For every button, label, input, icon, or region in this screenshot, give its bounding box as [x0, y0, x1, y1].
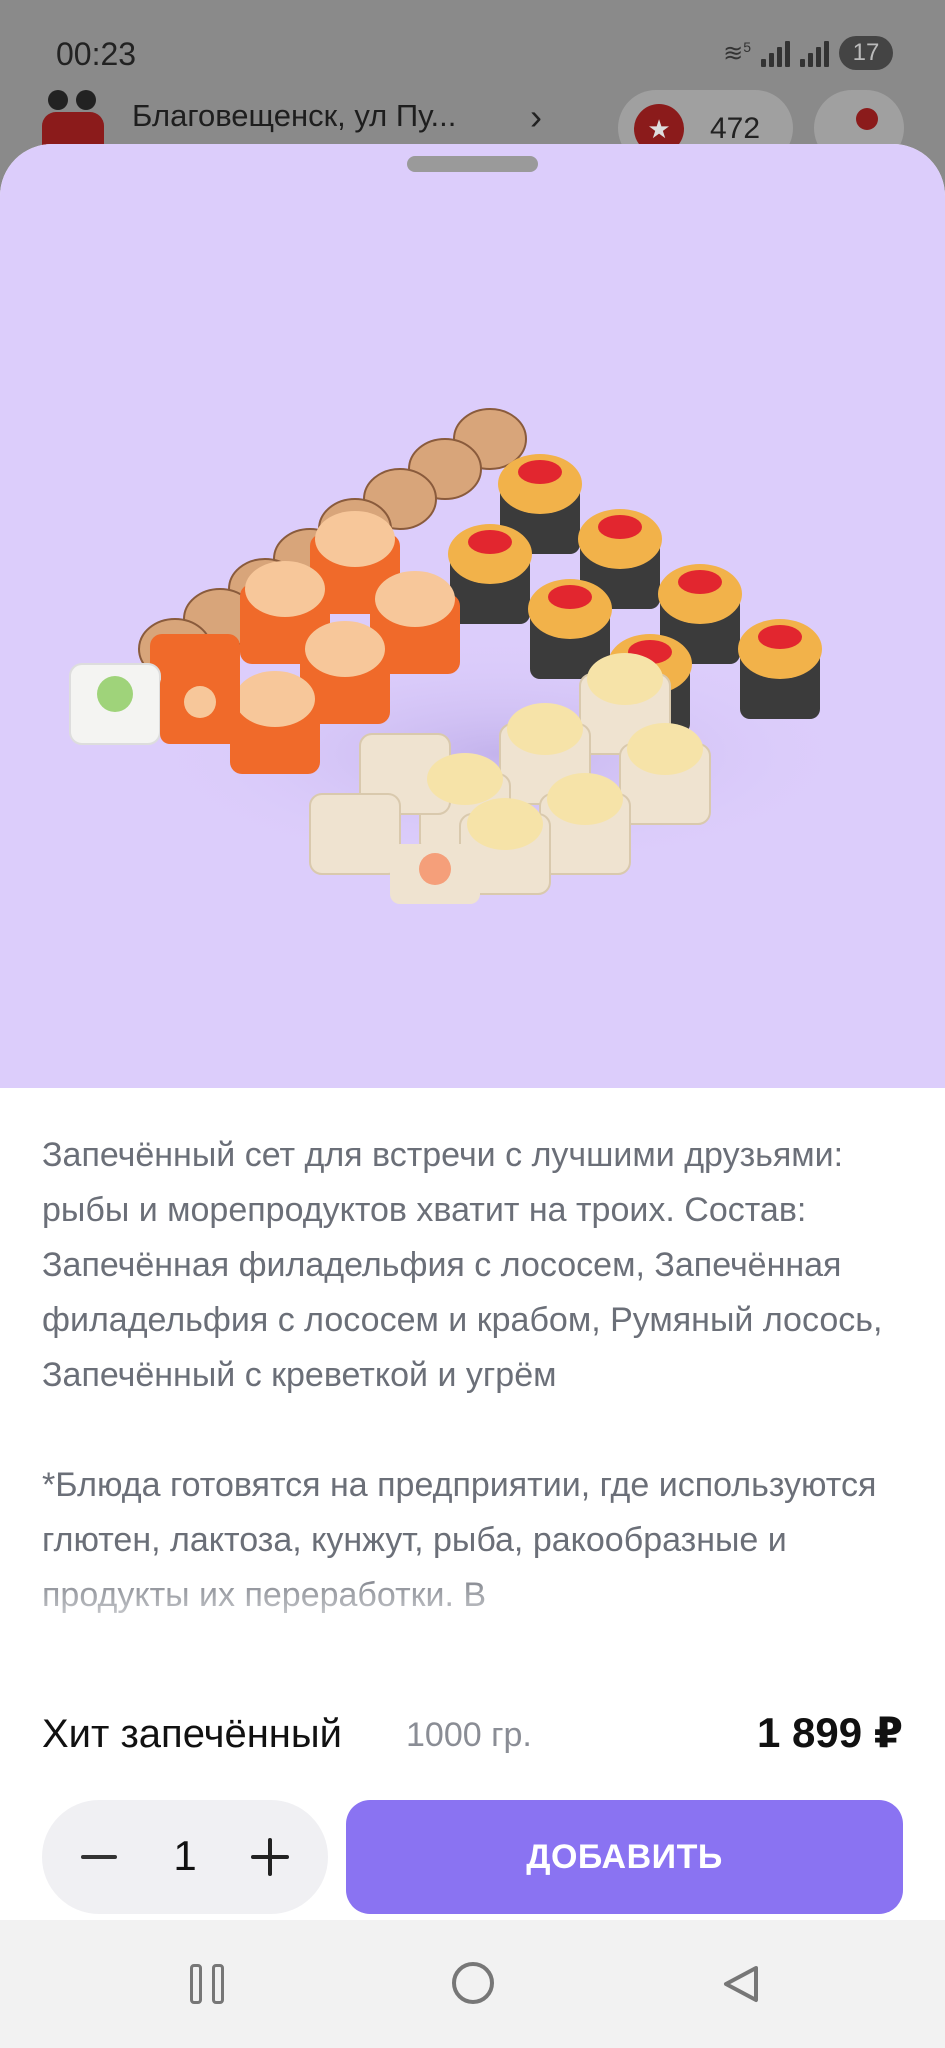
battery-icon: 17 [839, 36, 893, 70]
product-name: Хит запечённый [42, 1712, 342, 1756]
product-sheet: Запечённый сет для встречи с лучшими дру… [0, 144, 945, 1920]
recents-button[interactable] [190, 1964, 230, 2004]
sheet-grabber[interactable] [407, 156, 538, 172]
sushi-set-image [69, 408, 860, 904]
status-bar: 00:23 ≋5 17 [0, 0, 945, 90]
product-summary: Хит запечённый 1000 гр. 1 899 ₽ [0, 1684, 945, 1784]
decrease-button[interactable] [62, 1820, 136, 1894]
status-time: 00:23 [56, 36, 137, 72]
quantity-value: 1 [173, 1832, 197, 1879]
description-fade [0, 1564, 945, 1684]
status-icons: ≋5 17 [723, 36, 893, 70]
quantity-stepper: 1 [42, 1800, 328, 1914]
system-navigation-bar [0, 1920, 945, 2048]
back-button[interactable] [718, 1962, 762, 2006]
bonus-count: 472 [710, 112, 761, 145]
home-button[interactable] [452, 1962, 494, 2004]
signal-icon [761, 39, 790, 67]
chevron-right-icon[interactable]: › [530, 96, 542, 138]
add-to-cart-button[interactable]: ДОБАВИТЬ [346, 1800, 903, 1914]
wifi-icon: ≋5 [723, 38, 751, 67]
product-weight: 1000 гр. [406, 1716, 532, 1754]
bell-icon [856, 108, 878, 130]
description-paragraph: Запечённый сет для встречи с лучшими дру… [42, 1136, 883, 1394]
increase-button[interactable] [232, 1820, 306, 1894]
product-price: 1 899 ₽ [757, 1709, 903, 1756]
address-label[interactable]: Благовещенск, ул Пу... [132, 98, 456, 134]
network-label: 5 [743, 38, 751, 55]
product-hero [0, 144, 945, 1088]
minus-icon [81, 1855, 117, 1859]
signal-icon-2 [800, 39, 829, 67]
